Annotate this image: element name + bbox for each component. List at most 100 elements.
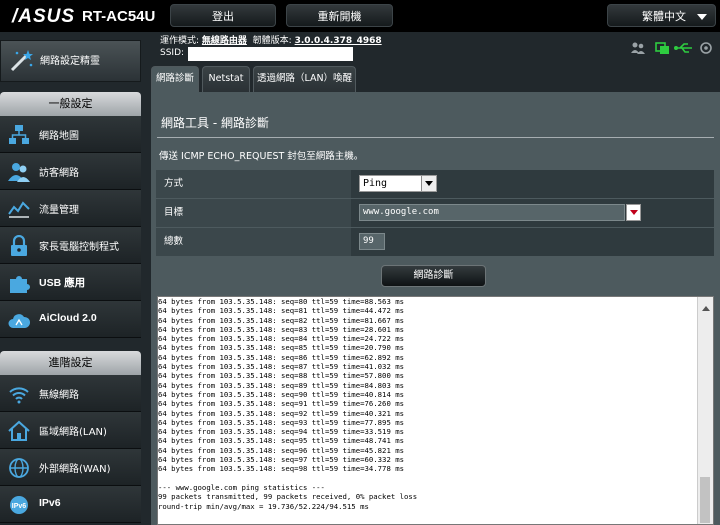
sidebar-label-usb-application: USB 應用	[39, 277, 86, 289]
console-line: 64 bytes from 103.5.35.148: seq=89 ttl=5…	[158, 380, 405, 390]
top-bar: /ASUS RT-AC54U 登出 重新開機 繁體中文	[0, 0, 720, 32]
sidebar-item-wireless[interactable]: 無線網路	[0, 375, 141, 412]
app-icon[interactable]	[700, 42, 712, 54]
mode-link[interactable]: 無線路由器	[202, 36, 247, 46]
method-row: 方式 Ping	[156, 170, 714, 199]
console-line: 64 bytes from 103.5.35.148: seq=91 ttl=5…	[158, 399, 405, 409]
magic-wand-icon	[10, 50, 33, 72]
operation-info: 運作模式: 無線路由器 韌體版本: 3.0.0.4.378_4968	[160, 33, 382, 46]
console-line: 64 bytes from 103.5.35.148: seq=97 ttl=5…	[158, 455, 405, 465]
scroll-thumb[interactable]	[700, 477, 710, 523]
guest-network-icon	[8, 163, 30, 182]
sidebar-label-parental-control: 家長電腦控制程式	[39, 242, 119, 253]
ping-output-console[interactable]: 64 bytes from 103.5.35.148: seq=80 ttl=5…	[157, 296, 714, 525]
console-scrollbar[interactable]	[697, 297, 713, 524]
model-name: RT-AC54U	[82, 8, 156, 25]
ipv6-icon: IPv6	[10, 496, 28, 514]
sidebar-label-wireless: 無線網路	[39, 390, 79, 401]
diagnose-button[interactable]: 網路診斷	[381, 265, 486, 287]
count-row: 總數 99	[156, 228, 714, 257]
target-label: 目標	[156, 199, 351, 227]
status-icons	[630, 40, 716, 56]
page-title: 網路工具 - 網路診斷	[161, 116, 269, 130]
quick-setup-button[interactable]: 網路設定精靈	[0, 40, 141, 82]
sidebar-label-ipv6: IPv6	[39, 497, 61, 509]
asus-logo[interactable]: /ASUS	[12, 6, 75, 28]
console-line: 64 bytes from 103.5.35.148: seq=96 ttl=5…	[158, 445, 405, 455]
parental-control-icon	[11, 235, 27, 256]
sidebar-label-guest-network: 訪客網路	[39, 168, 79, 179]
target-input[interactable]: www.google.com	[359, 204, 625, 221]
chevron-down-icon	[421, 176, 436, 191]
sidebar-label-aicloud: AiCloud 2.0	[39, 312, 97, 324]
sidebar-item-parental-control[interactable]: 家長電腦控制程式	[0, 227, 141, 264]
traffic-manager-icon	[8, 201, 30, 218]
sidebar-label-lan: 區域網路(LAN)	[39, 427, 107, 438]
scroll-up-arrow-icon[interactable]	[702, 306, 710, 311]
method-label: 方式	[156, 170, 351, 198]
aicloud-icon	[8, 314, 30, 328]
sidebar-item-guest-network[interactable]: 訪客網路	[0, 153, 141, 190]
console-line: 99 packets transmitted, 99 packets recei…	[158, 492, 418, 502]
sidebar-item-ipv6[interactable]: IPv6 IPv6	[0, 486, 141, 523]
tab-netstat[interactable]: Netstat	[202, 66, 250, 92]
sidebar-item-wan[interactable]: 外部網路(WAN)	[0, 449, 141, 486]
logout-button[interactable]: 登出	[170, 4, 276, 27]
sidebar-item-traffic-manager[interactable]: 流量管理	[0, 190, 141, 227]
sidebar: 網路設定精靈 一般設定 網路地圖 訪客網路 流量管理 家長電腦控制程式 USB …	[0, 32, 145, 525]
console-line: 64 bytes from 103.5.35.148: seq=94 ttl=5…	[158, 427, 405, 437]
console-line: 64 bytes from 103.5.35.148: seq=90 ttl=5…	[158, 389, 405, 399]
quick-setup-label: 網路設定精靈	[40, 56, 100, 67]
target-row: 目標 www.google.com	[156, 199, 714, 228]
count-input[interactable]: 99	[359, 233, 385, 250]
console-line: --- www.google.com ping statistics ---	[158, 482, 325, 492]
target-dropdown-arrow-icon[interactable]	[626, 204, 641, 221]
sidebar-label-wan: 外部網路(WAN)	[39, 464, 111, 475]
home-lan-icon	[8, 420, 30, 441]
usb-puzzle-icon	[10, 276, 30, 293]
sidebar-item-aicloud[interactable]: AiCloud 2.0	[0, 301, 141, 338]
title-divider	[157, 137, 714, 138]
sidebar-item-lan[interactable]: 區域網路(LAN)	[0, 412, 141, 449]
reboot-button[interactable]: 重新開機	[286, 4, 393, 27]
page-description: 傳送 ICMP ECHO_REQUEST 封包至網路主機。	[159, 151, 364, 162]
console-line: round-trip min/avg/max = 19.736/52.224/9…	[158, 501, 369, 511]
mode-label: 運作模式:	[160, 36, 200, 46]
language-select[interactable]: 繁體中文	[607, 4, 716, 27]
console-line: 64 bytes from 103.5.35.148: seq=80 ttl=5…	[158, 297, 405, 306]
clients-icon[interactable]	[631, 42, 645, 55]
console-line: 64 bytes from 103.5.35.148: seq=82 ttl=5…	[158, 315, 405, 325]
tab-network-analysis[interactable]: 網路診斷	[151, 66, 199, 92]
network-map-icon	[9, 125, 29, 144]
globe-wan-icon	[9, 458, 29, 478]
sidebar-item-usb-application[interactable]: USB 應用	[0, 264, 141, 301]
console-line: 64 bytes from 103.5.35.148: seq=83 ttl=5…	[158, 324, 405, 334]
tab-wake-on-lan[interactable]: 透過網路（LAN）喚醒	[253, 66, 356, 92]
console-line: 64 bytes from 103.5.35.148: seq=81 ttl=5…	[158, 306, 405, 316]
method-select[interactable]: Ping	[359, 175, 437, 192]
firmware-link[interactable]: 3.0.0.4.378_4968	[295, 36, 382, 46]
chevron-down-icon	[697, 14, 707, 20]
sidebar-item-network-map[interactable]: 網路地圖	[0, 116, 141, 153]
console-line: 64 bytes from 103.5.35.148: seq=88 ttl=5…	[158, 371, 405, 381]
console-line: 64 bytes from 103.5.35.148: seq=98 ttl=5…	[158, 464, 405, 474]
network-status-icon[interactable]	[655, 42, 669, 54]
usb-icon[interactable]	[674, 43, 692, 53]
ssid-label: SSID:	[160, 48, 185, 58]
console-line: 64 bytes from 103.5.35.148: seq=85 ttl=5…	[158, 343, 405, 353]
console-line: 64 bytes from 103.5.35.148: seq=87 ttl=5…	[158, 362, 405, 372]
method-value: Ping	[363, 178, 388, 189]
console-line: 64 bytes from 103.5.35.148: seq=86 ttl=5…	[158, 352, 405, 362]
console-line: 64 bytes from 103.5.35.148: seq=84 ttl=5…	[158, 334, 405, 344]
console-text: 64 bytes from 103.5.35.148: seq=80 ttl=5…	[158, 297, 713, 511]
firmware-label: 韌體版本:	[252, 36, 292, 46]
main-panel: 網路工具 - 網路診斷 傳送 ICMP ECHO_REQUEST 封包至網路主機…	[151, 92, 720, 525]
ssid-value-box	[188, 47, 353, 61]
svg-text:IPv6: IPv6	[12, 503, 27, 510]
console-line: 64 bytes from 103.5.35.148: seq=95 ttl=5…	[158, 436, 405, 446]
console-line: 64 bytes from 103.5.35.148: seq=93 ttl=5…	[158, 417, 405, 427]
language-label: 繁體中文	[642, 10, 686, 23]
general-section-header: 一般設定	[0, 92, 141, 116]
count-label: 總數	[156, 228, 351, 256]
